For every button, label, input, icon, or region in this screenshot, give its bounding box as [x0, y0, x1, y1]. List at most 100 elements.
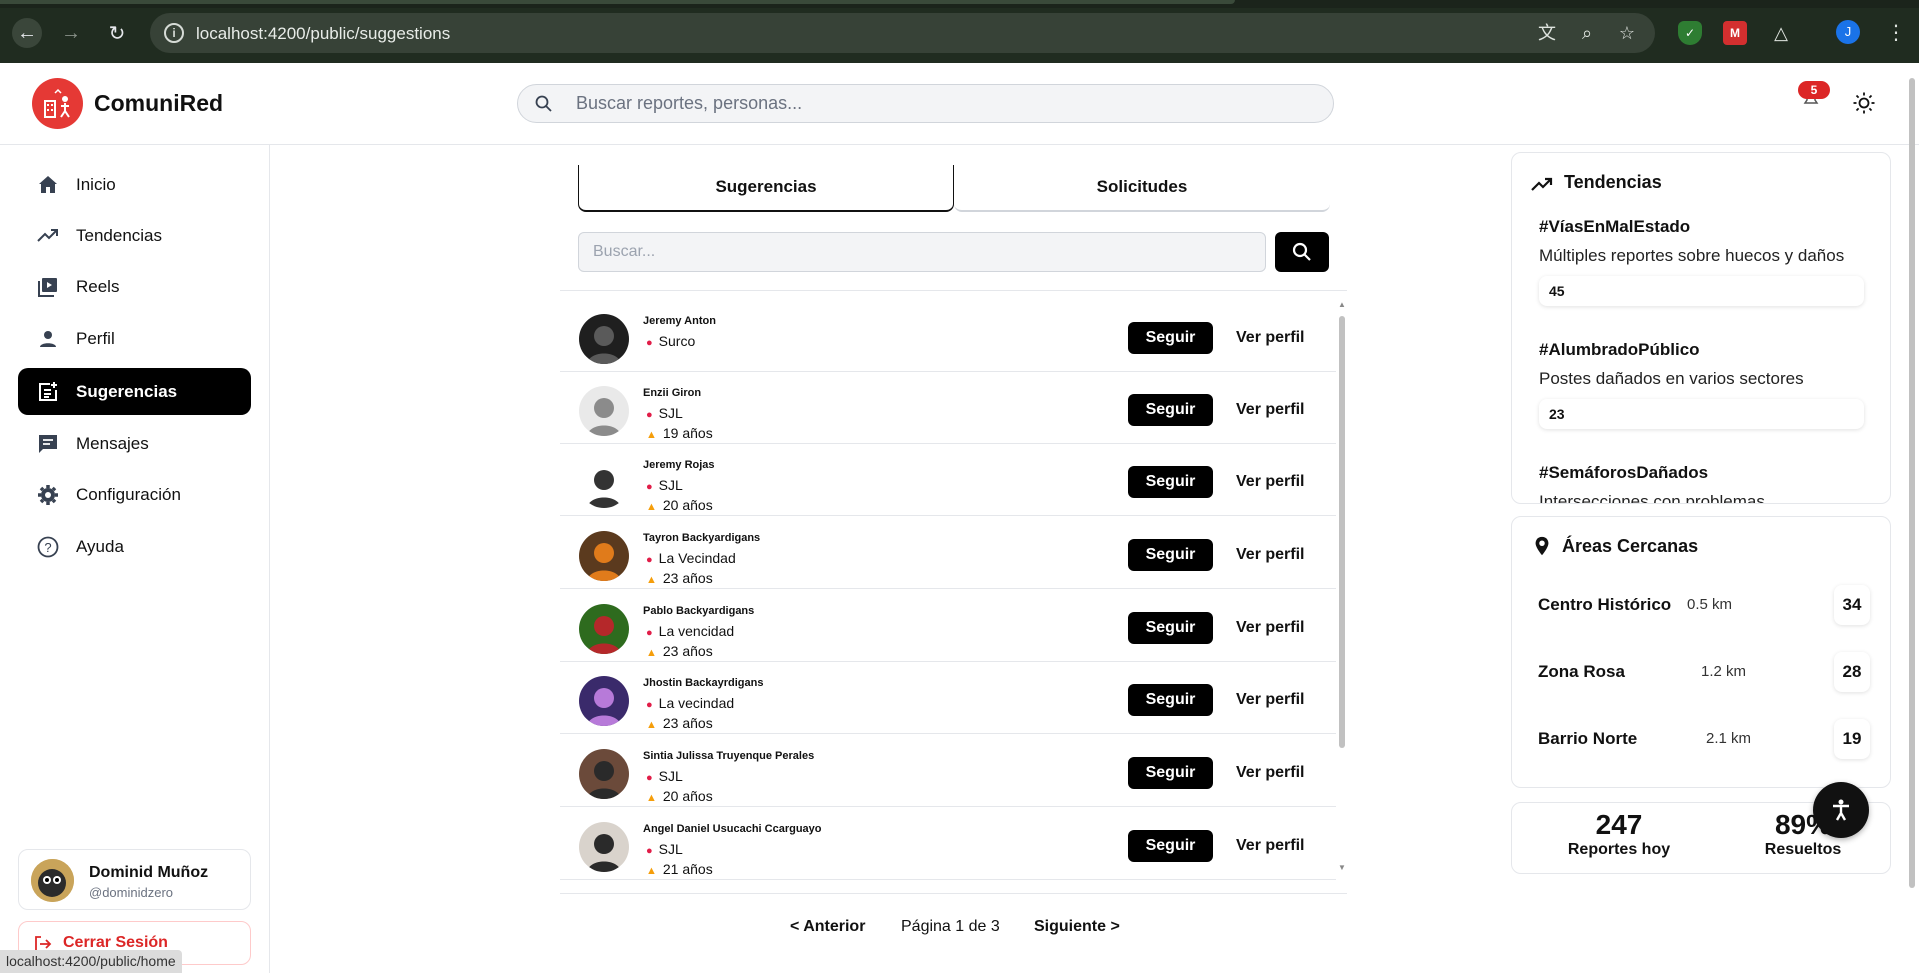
user-location: ● La vecindad [646, 695, 734, 711]
user-search-input[interactable] [593, 233, 1243, 271]
trend-description: Intersecciones con problemas [1539, 492, 1765, 504]
cake-icon: ▲ [646, 647, 657, 659]
comunired-logo[interactable] [32, 78, 83, 129]
scroll-down-icon[interactable]: ▼ [1338, 863, 1346, 872]
avatar[interactable] [579, 749, 629, 799]
forward-button[interactable]: → [56, 18, 86, 48]
sidebar-item-inicio[interactable]: Inicio [18, 161, 251, 208]
area-item[interactable]: Centro Histórico 0.5 km 34 [1538, 585, 1868, 625]
page-scrollbar[interactable] [1908, 70, 1916, 890]
sidebar-item-mensajes[interactable]: Mensajes [18, 420, 251, 467]
trend-item[interactable]: #VíasEnMalEstado Múltiples reportes sobr… [1539, 217, 1869, 306]
user-card[interactable]: Dominid Muñoz @dominidzero [18, 849, 251, 910]
view-profile-link[interactable]: Ver perfil [1236, 473, 1304, 491]
stat-label: Reportes hoy [1567, 841, 1671, 858]
user-name[interactable]: Jhostin Backayrdigans [643, 677, 763, 689]
follow-button[interactable]: Seguir [1128, 612, 1213, 644]
theme-toggle-sun-icon[interactable] [1852, 91, 1876, 115]
sidebar-item-label: Ayuda [76, 537, 124, 556]
sidebar-item-reels[interactable]: Reels [18, 263, 251, 310]
view-profile-link[interactable]: Ver perfil [1236, 764, 1304, 782]
global-search[interactable] [517, 84, 1334, 123]
user-name[interactable]: Enzii Giron [643, 387, 701, 399]
trend-item[interactable]: #AlumbradoPúblico Postes dañados en vari… [1539, 340, 1869, 429]
bookmark-star-icon[interactable]: ☆ [1615, 21, 1639, 45]
global-search-input[interactable] [576, 85, 1316, 122]
prev-page-button[interactable]: < Anterior [790, 918, 865, 936]
sidebar-item-perfil[interactable]: Perfil [18, 315, 251, 362]
avatar[interactable] [579, 458, 629, 508]
browser-profile-avatar[interactable]: J [1836, 20, 1860, 44]
tab-solicitudes[interactable]: Solicitudes [954, 165, 1330, 212]
sidebar-item-tendencias[interactable]: Tendencias [18, 212, 251, 259]
list-scrollbar[interactable]: ▲ ▼ [1338, 300, 1346, 874]
cake-icon: ▲ [646, 501, 657, 513]
follow-button[interactable]: Seguir [1128, 322, 1213, 354]
extensions-puzzle-icon[interactable]: △ [1769, 21, 1793, 45]
back-button[interactable]: ← [12, 18, 42, 48]
page-scroll-thumb[interactable] [1909, 78, 1915, 888]
view-profile-link[interactable]: Ver perfil [1236, 329, 1304, 347]
avatar[interactable] [579, 822, 629, 872]
avatar[interactable] [579, 604, 629, 654]
sidebar-item-label: Inicio [76, 175, 116, 194]
location-text: SJL [658, 477, 683, 493]
reload-button[interactable]: ↻ [102, 18, 132, 48]
area-count: 34 [1834, 585, 1870, 625]
sidebar-item-sugerencias[interactable]: Sugerencias [18, 368, 251, 415]
user-name[interactable]: Angel Daniel Usucachi Ccarguayo [643, 823, 822, 835]
follow-button[interactable]: Seguir [1128, 394, 1213, 426]
user-search[interactable] [578, 232, 1266, 272]
view-profile-link[interactable]: Ver perfil [1236, 401, 1304, 419]
view-profile-link[interactable]: Ver perfil [1236, 837, 1304, 855]
tab-sugerencias[interactable]: Sugerencias [578, 165, 954, 212]
address-bar[interactable]: i localhost:4200/public/suggestions [150, 13, 1655, 53]
avatar[interactable] [579, 531, 629, 581]
location-pin-icon: ● [646, 845, 653, 857]
shield-extension-icon[interactable]: ✓ [1678, 21, 1702, 45]
cake-icon: ▲ [646, 719, 657, 731]
scroll-up-icon[interactable]: ▲ [1338, 300, 1346, 309]
user-name[interactable]: Sintia Julissa Truyenque Perales [643, 750, 814, 762]
follow-button[interactable]: Seguir [1128, 684, 1213, 716]
suggestion-row: Enzii Giron ● SJL ▲ 19 años Seguir Ver perfil [560, 372, 1336, 444]
view-profile-link[interactable]: Ver perfil [1236, 619, 1304, 637]
location-text: Surco [658, 333, 696, 349]
sidebar-item-configuracion[interactable]: Configuración [18, 471, 251, 518]
notification-badge: 5 [1798, 81, 1830, 99]
zoom-icon[interactable]: ⌕ [1575, 21, 1599, 45]
active-tab[interactable] [0, 0, 1235, 4]
view-profile-link[interactable]: Ver perfil [1236, 691, 1304, 709]
location-pin-icon: ● [646, 772, 653, 784]
address-url[interactable]: localhost:4200/public/suggestions [196, 24, 450, 44]
user-search-button[interactable] [1275, 232, 1329, 272]
next-page-button[interactable]: Siguiente > [1034, 918, 1120, 936]
user-name[interactable]: Jeremy Rojas [643, 459, 715, 471]
accessibility-button[interactable] [1813, 782, 1869, 838]
user-name[interactable]: Jeremy Anton [643, 315, 716, 327]
avatar[interactable] [579, 314, 629, 364]
follow-button[interactable]: Seguir [1128, 830, 1213, 862]
trend-item[interactable]: #SemáforosDañados Intersecciones con pro… [1539, 463, 1869, 504]
brand-name[interactable]: ComuniRed [94, 90, 223, 117]
avatar[interactable] [579, 676, 629, 726]
follow-button[interactable]: Seguir [1128, 757, 1213, 789]
view-profile-link[interactable]: Ver perfil [1236, 546, 1304, 564]
area-item[interactable]: Zona Rosa 1.2 km 28 [1538, 652, 1868, 692]
sidebar-item-label: Sugerencias [76, 382, 178, 401]
user-name[interactable]: Pablo Backyardigans [643, 605, 754, 617]
area-item[interactable]: Barrio Norte 2.1 km 19 [1538, 719, 1868, 759]
user-name[interactable]: Tayron Backyardigans [643, 532, 760, 544]
browser-menu-icon[interactable]: ⋮ [1886, 20, 1906, 45]
notifications-button[interactable]: 5 [1796, 81, 1830, 111]
translate-icon[interactable]: 文 [1535, 21, 1559, 45]
follow-button[interactable]: Seguir [1128, 466, 1213, 498]
suggestions-tabs: Sugerencias Solicitudes [578, 165, 1330, 212]
follow-button[interactable]: Seguir [1128, 539, 1213, 571]
list-scroll-thumb[interactable] [1339, 316, 1345, 748]
nearby-areas-panel: Áreas Cercanas Centro Histórico 0.5 km 3… [1511, 516, 1891, 788]
avatar[interactable] [579, 386, 629, 436]
red-extension-icon[interactable]: M [1723, 21, 1747, 45]
sidebar-item-ayuda[interactable]: ? Ayuda [18, 523, 251, 570]
site-info-icon[interactable]: i [164, 23, 184, 43]
